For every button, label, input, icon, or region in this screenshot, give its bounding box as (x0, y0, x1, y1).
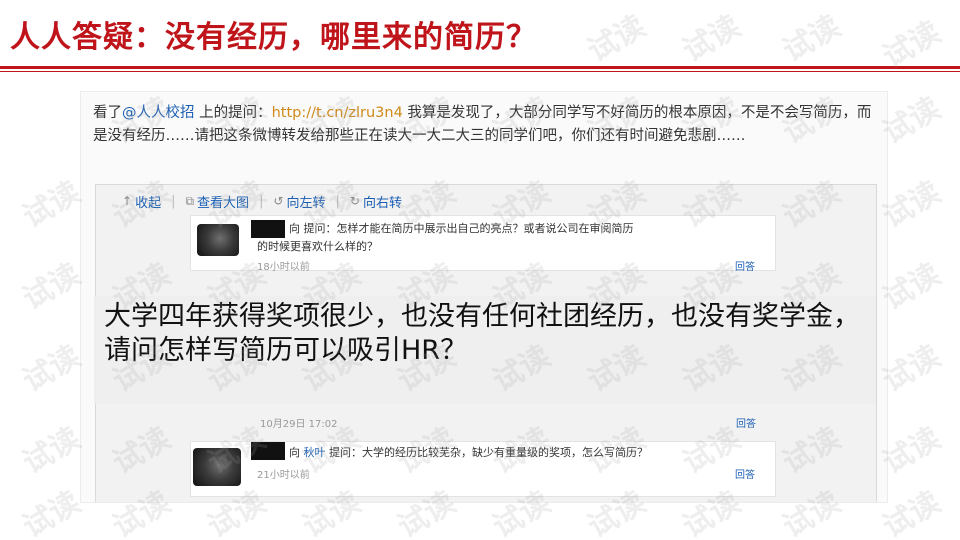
question-body: 提问：大学的经历比较芜杂，缺少有重量级的奖项，怎么写简历？ (329, 446, 648, 459)
rotate-left-button[interactable]: ↺ 向左转 (273, 192, 325, 211)
image-toolbar: ↑ 收起 | ⧉ 查看大图 | ↺ 向左转 | ↻ 向右转 (122, 191, 402, 211)
redacted-username (251, 220, 285, 238)
question-item: 向 提问：怎样才能在简历中展示出自己的亮点？或者说公司在审阅简历 的时候更喜欢什… (190, 215, 776, 273)
watermark: 试读 (777, 8, 847, 70)
question-to: 向 (289, 446, 300, 459)
collapse-label: 收起 (135, 195, 162, 211)
redacted-username (251, 442, 285, 460)
enlarge-icon: ⧉ (185, 193, 195, 208)
question-body: 提问：怎样才能在简历中展示出自己的亮点？或者说公司在审阅简历 (303, 222, 634, 235)
question-to: 向 (289, 222, 300, 235)
watermark: 试读 (17, 338, 87, 400)
watermark: 试读 (17, 420, 87, 482)
rotate-right-button[interactable]: ↻ 向右转 (350, 192, 402, 211)
rotate-left-label: 向左转 (286, 195, 326, 211)
watermark: 试读 (677, 8, 747, 70)
question-item: 10月29日 17:02 回答 (258, 411, 776, 433)
arrow-up-icon: ↑ (122, 194, 133, 208)
avatar (193, 448, 241, 486)
view-large-label: 查看大图 (197, 195, 250, 211)
avatar (197, 224, 239, 256)
question-time: 18小时以前 (257, 262, 310, 273)
question-user-link[interactable]: 秋叶 (304, 446, 326, 459)
reply-link[interactable]: 回答 (736, 415, 756, 430)
title-divider (0, 66, 960, 69)
post-mid: 上的提问： (194, 105, 272, 121)
question-time: 10月29日 17:02 (260, 419, 338, 430)
slide-title: 人人答疑：没有经历，哪里来的简历？ (10, 20, 537, 55)
watermark: 试读 (17, 484, 87, 540)
watermark: 试读 (17, 174, 87, 236)
highlight-question-box: 大学四年获得奖项很少，也没有任何社团经历，也没有奖学金，请问怎样写简历可以吸引H… (94, 296, 876, 404)
reply-link[interactable]: 回答 (735, 258, 755, 273)
rotate-right-label: 向右转 (362, 195, 402, 211)
question-time: 21小时以前 (257, 470, 310, 481)
toolbar-separator: | (335, 193, 340, 209)
watermark: 试读 (582, 8, 652, 70)
collapse-button[interactable]: ↑ 收起 (122, 192, 161, 211)
post-text: 看了@人人校招 上的提问：http://t.cn/zlru3n4 我算是发现了，… (93, 102, 877, 148)
question-item: 向 秋叶 提问：大学的经历比较芜杂，缺少有重量级的奖项，怎么写简历？ 21小时以… (190, 441, 776, 497)
toolbar-separator: | (171, 193, 176, 209)
post-prefix: 看了 (93, 105, 122, 121)
question-text: 向 提问：怎样才能在简历中展示出自己的亮点？或者说公司在审阅简历 (289, 220, 769, 238)
toolbar-separator: | (259, 193, 264, 209)
post-url-link[interactable]: http://t.cn/zlru3n4 (272, 105, 403, 121)
post-mention-link[interactable]: @人人校招 (122, 105, 195, 121)
rotate-right-icon: ↻ (349, 194, 360, 208)
highlight-question-text: 大学四年获得奖项很少，也没有任何社团经历，也没有奖学金，请问怎样写简历可以吸引H… (104, 301, 860, 366)
question-text-line2: 的时候更喜欢什么样的？ (257, 240, 378, 253)
question-text: 向 秋叶 提问：大学的经历比较芜杂，缺少有重量级的奖项，怎么写简历？ (289, 444, 769, 462)
reply-link[interactable]: 回答 (735, 466, 755, 481)
rotate-left-icon: ↺ (273, 194, 284, 208)
view-large-button[interactable]: ⧉ 查看大图 (185, 192, 249, 211)
watermark: 试读 (17, 256, 87, 318)
title-divider-thin (0, 71, 960, 72)
